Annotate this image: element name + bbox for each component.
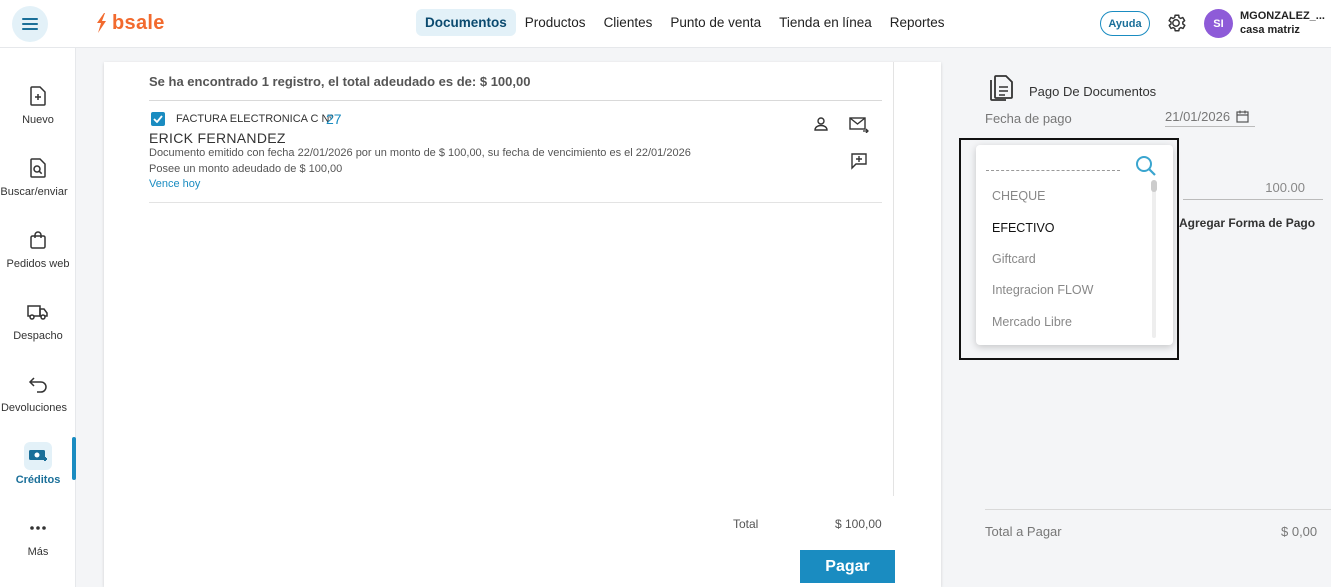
- payment-date-label: Fecha de pago: [985, 111, 1072, 126]
- dropdown-search-input[interactable]: [986, 170, 1120, 171]
- client-name: ERICK FERNANDEZ: [149, 130, 286, 146]
- sidebar-item-label: Más: [27, 546, 49, 558]
- return-arrow-icon: [24, 370, 52, 398]
- logo-bolt-icon: [97, 13, 106, 33]
- dropdown-option-mercado-libre[interactable]: Mercado Libre: [992, 315, 1072, 329]
- calendar-icon[interactable]: [1236, 110, 1249, 123]
- sidebar-item-mas[interactable]: Más: [0, 510, 76, 570]
- documents-icon: [990, 75, 1013, 101]
- document-type: FACTURA ELECTRONICA C Nº: [176, 113, 334, 125]
- payment-method-dropdown: CHEQUE EFECTIVO Giftcard Integracion FLO…: [976, 145, 1173, 345]
- settings-gear-icon[interactable]: [1165, 12, 1187, 34]
- top-bar: bsale Documentos Productos Clientes Punt…: [0, 0, 1331, 48]
- nav-reportes[interactable]: Reportes: [881, 9, 954, 36]
- due-status: Vence hoy: [149, 178, 201, 190]
- card-divider: [893, 62, 894, 496]
- brand-logo[interactable]: bsale: [95, 12, 165, 34]
- total-value: $ 100,00: [835, 517, 882, 531]
- user-branch: casa matriz: [1240, 24, 1300, 36]
- dropdown-option-integracion-flow[interactable]: Integracion FLOW: [992, 283, 1093, 297]
- records-summary: Se ha encontrado 1 registro, el total ad…: [149, 74, 531, 89]
- send-email-icon[interactable]: [849, 115, 869, 135]
- check-icon: [153, 115, 163, 123]
- document-description: Documento emitido con fecha 22/01/2026 p…: [149, 147, 691, 159]
- sidebar-item-label: Nuevo: [22, 114, 54, 126]
- main-nav: Documentos Productos Clientes Punto de v…: [416, 9, 954, 36]
- more-dots-icon: [24, 514, 52, 542]
- nav-punto-de-venta[interactable]: Punto de venta: [661, 9, 770, 36]
- search-icon[interactable]: [1134, 154, 1158, 178]
- dropdown-scrollbar[interactable]: [1152, 180, 1156, 338]
- new-document-icon: [24, 82, 52, 110]
- dropdown-scroll-thumb[interactable]: [1151, 180, 1157, 192]
- add-payment-method-button[interactable]: Agregar Forma de Pago: [1179, 216, 1315, 230]
- help-button[interactable]: Ayuda: [1100, 11, 1150, 36]
- hamburger-icon: [22, 18, 38, 30]
- nav-tienda-en-linea[interactable]: Tienda en línea: [770, 9, 881, 36]
- payment-panel-title: Pago De Documentos: [1029, 84, 1157, 99]
- user-avatar[interactable]: SI: [1204, 9, 1233, 38]
- sidebar-item-buscar[interactable]: Buscar/enviar: [0, 150, 76, 210]
- sidebar-item-despacho[interactable]: Despacho: [0, 294, 76, 354]
- dropdown-option-giftcard[interactable]: Giftcard: [992, 252, 1036, 266]
- sidebar-item-devoluciones[interactable]: Devoluciones: [0, 366, 76, 426]
- nav-documentos[interactable]: Documentos: [416, 9, 516, 36]
- divider: [149, 100, 882, 101]
- total-to-pay-value: $ 0,00: [1281, 524, 1318, 539]
- sidebar-item-nuevo[interactable]: Nuevo: [0, 78, 76, 138]
- user-name[interactable]: MGONZALEZ_...: [1240, 10, 1325, 22]
- document-checkbox[interactable]: [151, 112, 165, 126]
- payment-date-field[interactable]: 21/01/2026: [1165, 109, 1255, 127]
- document-owed: Posee un monto adeudado de $ 100,00: [149, 163, 343, 175]
- truck-icon: [24, 298, 52, 326]
- active-indicator: [72, 437, 76, 480]
- credits-icon: [24, 442, 52, 470]
- client-icon[interactable]: [811, 114, 831, 134]
- payment-date-value: 21/01/2026: [1165, 109, 1231, 124]
- nav-clientes[interactable]: Clientes: [595, 9, 662, 36]
- divider: [149, 202, 882, 203]
- document-number[interactable]: 27: [326, 111, 342, 127]
- search-document-icon: [24, 154, 52, 182]
- sidebar-item-creditos[interactable]: Créditos: [0, 438, 76, 498]
- total-label: Total: [733, 517, 759, 531]
- sidebar-item-label: Buscar/enviar: [0, 186, 68, 198]
- sidebar-item-label: Devoluciones: [0, 402, 68, 414]
- sidebar-item-label: Pedidos web: [6, 258, 70, 270]
- nav-productos[interactable]: Productos: [516, 9, 595, 36]
- dropdown-option-efectivo[interactable]: EFECTIVO: [992, 221, 1055, 235]
- pay-button[interactable]: Pagar: [800, 550, 895, 583]
- shopping-bag-icon: [24, 226, 52, 254]
- sidebar-item-label: Despacho: [13, 330, 63, 342]
- payment-amount-field[interactable]: 100.00: [1183, 180, 1323, 200]
- logo-text: bsale: [112, 11, 165, 34]
- dropdown-option-cheque[interactable]: CHEQUE: [992, 189, 1045, 203]
- sidebar-item-pedidos-web[interactable]: Pedidos web: [0, 222, 76, 282]
- total-to-pay-label: Total a Pagar: [985, 524, 1062, 539]
- divider: [985, 509, 1331, 510]
- sidebar: Nuevo Buscar/enviar Pedidos web Despacho…: [0, 48, 76, 587]
- add-comment-icon[interactable]: [849, 151, 869, 171]
- sidebar-item-label: Créditos: [15, 474, 61, 486]
- menu-button[interactable]: [12, 6, 48, 42]
